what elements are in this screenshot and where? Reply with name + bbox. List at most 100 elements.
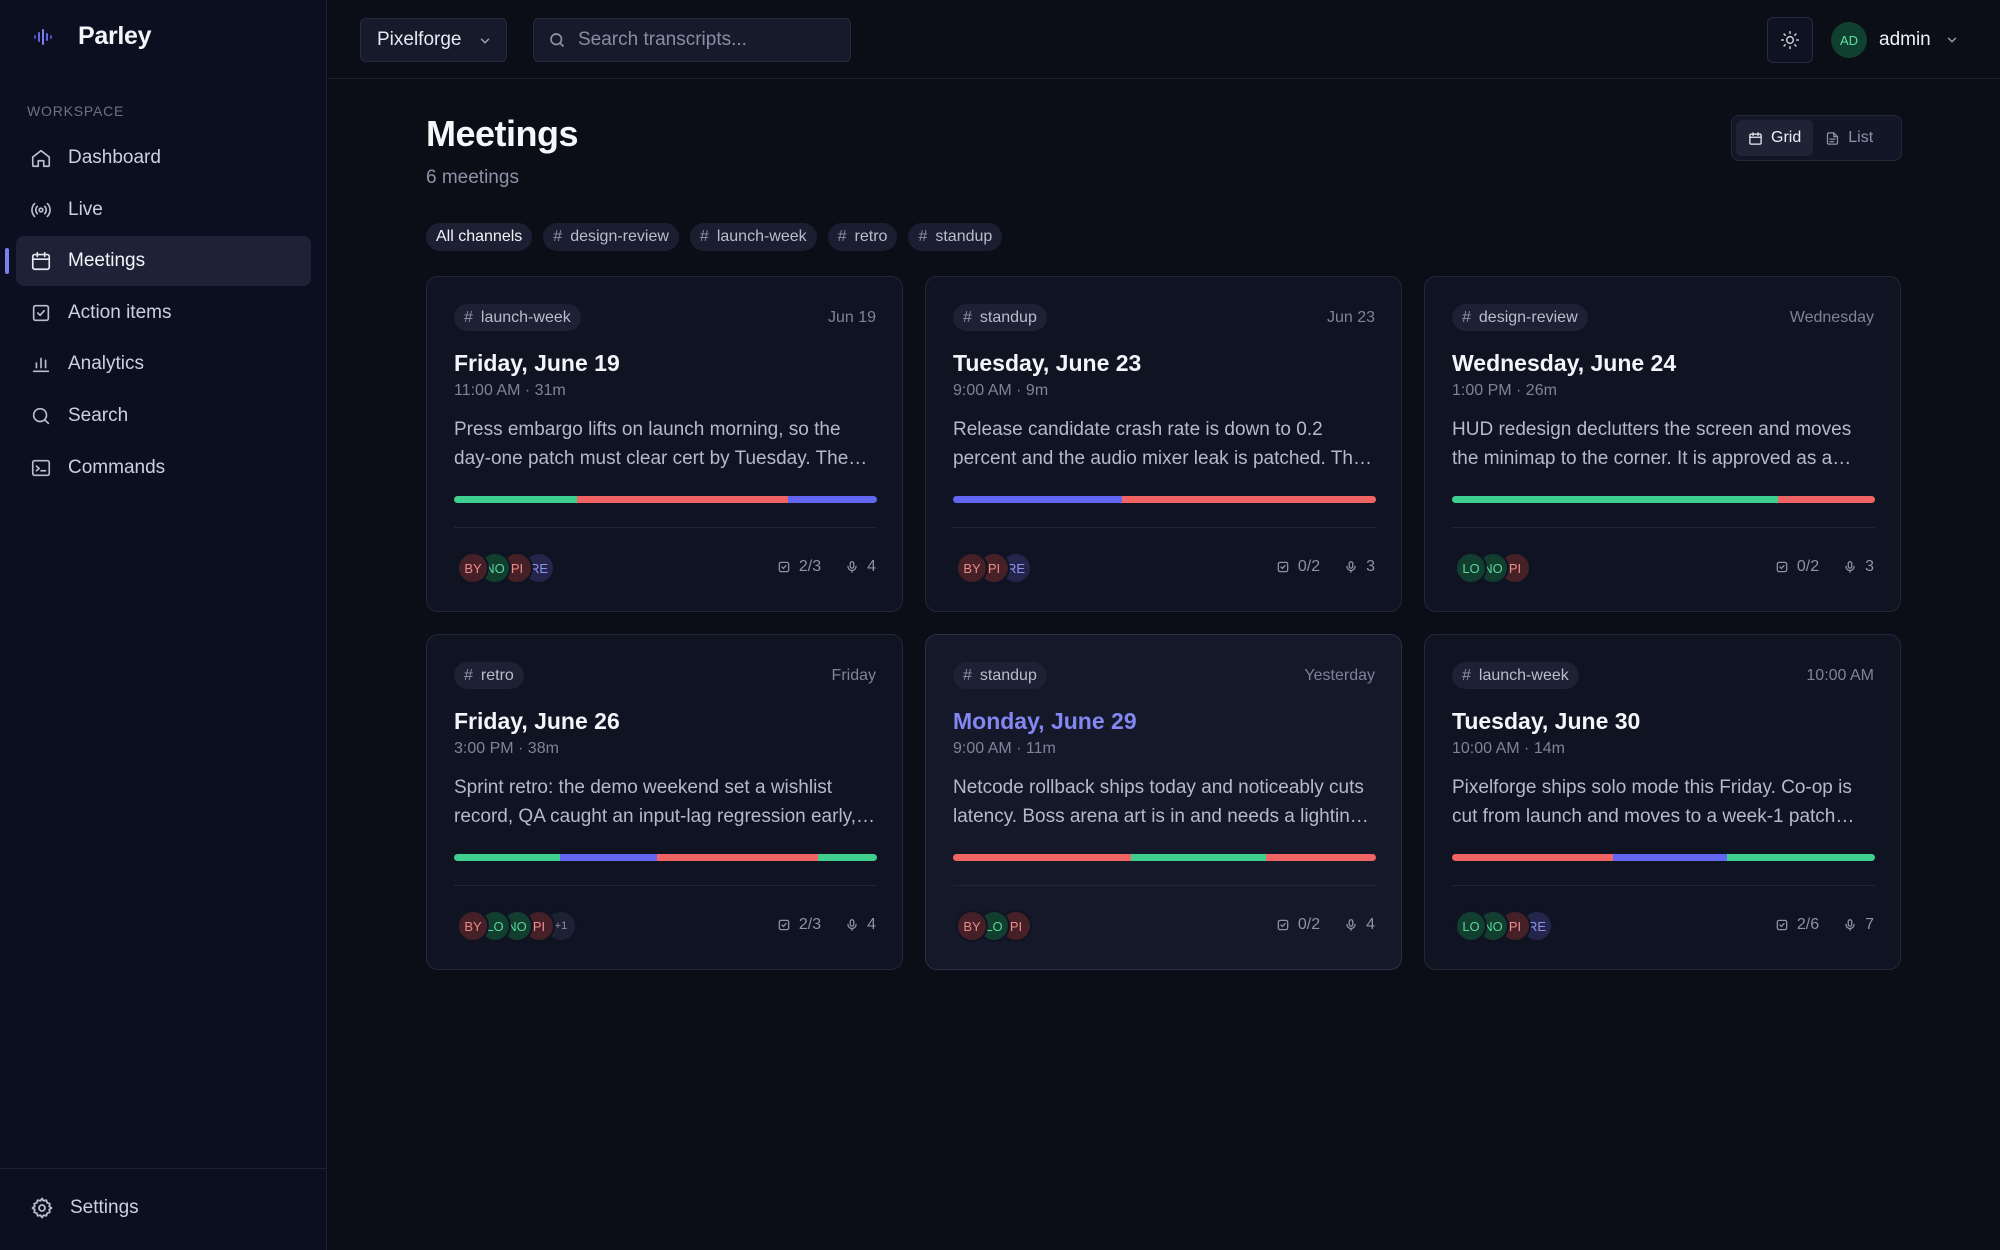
speaker-segment [817, 854, 877, 861]
speakers-count: 3 [1865, 558, 1874, 575]
list-view-button[interactable]: List [1813, 120, 1885, 156]
bar-chart-icon [30, 353, 52, 375]
search-box[interactable] [533, 18, 851, 62]
meeting-date: Yesterday [1304, 667, 1375, 684]
meeting-title: Friday, June 19 [454, 350, 620, 376]
channel-chip-label: standup [935, 228, 993, 245]
meeting-stats: 0/2 3 [1775, 558, 1874, 576]
speaker-segment [657, 854, 818, 861]
channel-tag[interactable]: # standup [953, 304, 1047, 331]
speakers-stat: 7 [1843, 916, 1874, 934]
speakers-stat: 4 [845, 558, 876, 576]
meeting-title: Friday, June 26 [454, 708, 620, 734]
hash-icon: # [553, 228, 563, 245]
meeting-title: Tuesday, June 30 [1452, 708, 1641, 734]
sidebar-item-live[interactable]: Live [16, 185, 311, 235]
chevron-down-icon [480, 38, 490, 44]
speaker-segment [1130, 854, 1267, 861]
avatar: LO [1455, 552, 1487, 584]
speaker-segment [1452, 854, 1613, 861]
hash-icon: # [1462, 308, 1471, 326]
divider [454, 885, 877, 886]
sidebar-item-label: Live [68, 198, 103, 220]
participant-avatars: BY PI RE [956, 552, 1032, 584]
speakers-count: 4 [867, 558, 876, 575]
meeting-date: 10:00 AM [1806, 667, 1874, 684]
speaker-segment [788, 496, 877, 503]
action-items-stat: 2/3 [777, 916, 821, 934]
channel-chip-all[interactable]: All channels [426, 223, 533, 251]
channel-chip-retro[interactable]: # retro [827, 223, 898, 251]
grid-view-button[interactable]: Grid [1736, 120, 1814, 156]
speakers-count: 7 [1865, 916, 1874, 933]
sidebar-item-label: Dashboard [68, 147, 161, 168]
microphone-icon [1845, 561, 1855, 573]
settings-link[interactable]: Settings [30, 1196, 139, 1220]
sidebar-item-search[interactable]: Search [16, 391, 311, 441]
checkbox-icon [778, 561, 790, 573]
speakers-count: 4 [1366, 916, 1375, 933]
search-icon [550, 33, 564, 47]
meeting-card[interactable]: # retro Friday Friday, June 26 3:00 PM · 38m… [426, 634, 903, 970]
theme-toggle-button[interactable] [1767, 17, 1813, 63]
channel-tag-label: standup [979, 666, 1037, 684]
meeting-stats: 2/3 4 [777, 916, 876, 934]
channel-tag-label: launch-week [480, 308, 571, 326]
gear-icon [31, 1197, 53, 1219]
speaker-segment [1811, 854, 1875, 861]
avatar: BY [956, 910, 988, 942]
meeting-card[interactable]: # standup Yesterday Monday, June 29 9:00 AM … [925, 634, 1402, 970]
topbar: Pixelforge AD admin [328, 0, 2000, 79]
speaker-segment [454, 496, 577, 503]
sidebar-item-action-items[interactable]: Action items [16, 288, 311, 338]
hash-icon: # [464, 308, 473, 326]
broadcast-icon [30, 199, 52, 221]
action-items-count: 0/2 [1297, 558, 1321, 575]
meeting-summary: Netcode rollback ships today and noticea… [953, 777, 1364, 827]
channel-chip-design-review[interactable]: # design-review [543, 223, 679, 251]
user-menu[interactable]: AD admin [1831, 22, 1959, 58]
meeting-summary: HUD redesign declutters the screen and m… [1452, 419, 1852, 469]
channel-chip-launch-week[interactable]: # launch-week [689, 223, 817, 251]
chevron-down-icon [1947, 37, 1956, 43]
speaker-segment [1266, 854, 1376, 861]
search-input[interactable] [578, 29, 838, 51]
microphone-icon [1346, 919, 1356, 931]
channel-chip-standup[interactable]: # standup [908, 223, 1003, 251]
channel-tag-label: retro [480, 666, 514, 684]
avatar: LO [1455, 910, 1487, 942]
org-selector[interactable]: Pixelforge [360, 18, 507, 62]
sidebar-item-label: Commands [68, 456, 166, 478]
action-items-stat: 0/2 [1276, 558, 1320, 576]
meeting-date: Jun 19 [827, 309, 876, 326]
hash-icon: # [464, 666, 473, 684]
page-title: Meetings [426, 113, 579, 154]
meeting-card[interactable]: # launch-week Jun 19 Friday, June 19 11:00 A… [426, 276, 903, 612]
channel-tag[interactable]: # launch-week [454, 304, 581, 331]
divider [953, 527, 1376, 528]
meeting-date: Jun 23 [1326, 309, 1375, 326]
speaker-segment [454, 854, 560, 861]
speaker-segment [1452, 496, 1647, 503]
meeting-card[interactable]: # standup Jun 23 Tuesday, June 23 9:00 AM · … [925, 276, 1402, 612]
channel-tag[interactable]: # standup [953, 662, 1047, 689]
sidebar-item-meetings[interactable]: Meetings [5, 236, 311, 287]
action-items-count: 0/2 [1297, 916, 1321, 933]
action-items-stat: 0/2 [1276, 916, 1320, 934]
meeting-stats: 2/3 4 [777, 558, 876, 576]
channel-tag[interactable]: # design-review [1452, 304, 1588, 331]
sidebar-item-dashboard[interactable]: Dashboard [16, 133, 311, 183]
sidebar-footer: Settings [0, 1168, 327, 1250]
divider [454, 527, 877, 528]
speaker-segment [1646, 496, 1778, 503]
meeting-card[interactable]: # launch-week 10:00 AM Tuesday, June 30 10:0… [1424, 634, 1901, 970]
channel-tag[interactable]: # launch-week [1452, 662, 1579, 689]
meeting-time-duration: 1:00 PM · 26m [1452, 382, 1557, 399]
hash-icon: # [963, 308, 972, 326]
participant-avatars: BY NO PI RE [457, 552, 555, 584]
channel-tag[interactable]: # retro [454, 662, 524, 689]
brand[interactable]: Parley [32, 22, 152, 51]
meeting-card[interactable]: # design-review Wednesday Wednesday, June 2… [1424, 276, 1901, 612]
sidebar-item-analytics[interactable]: Analytics [16, 339, 311, 389]
sidebar-item-commands[interactable]: Commands [16, 443, 311, 493]
